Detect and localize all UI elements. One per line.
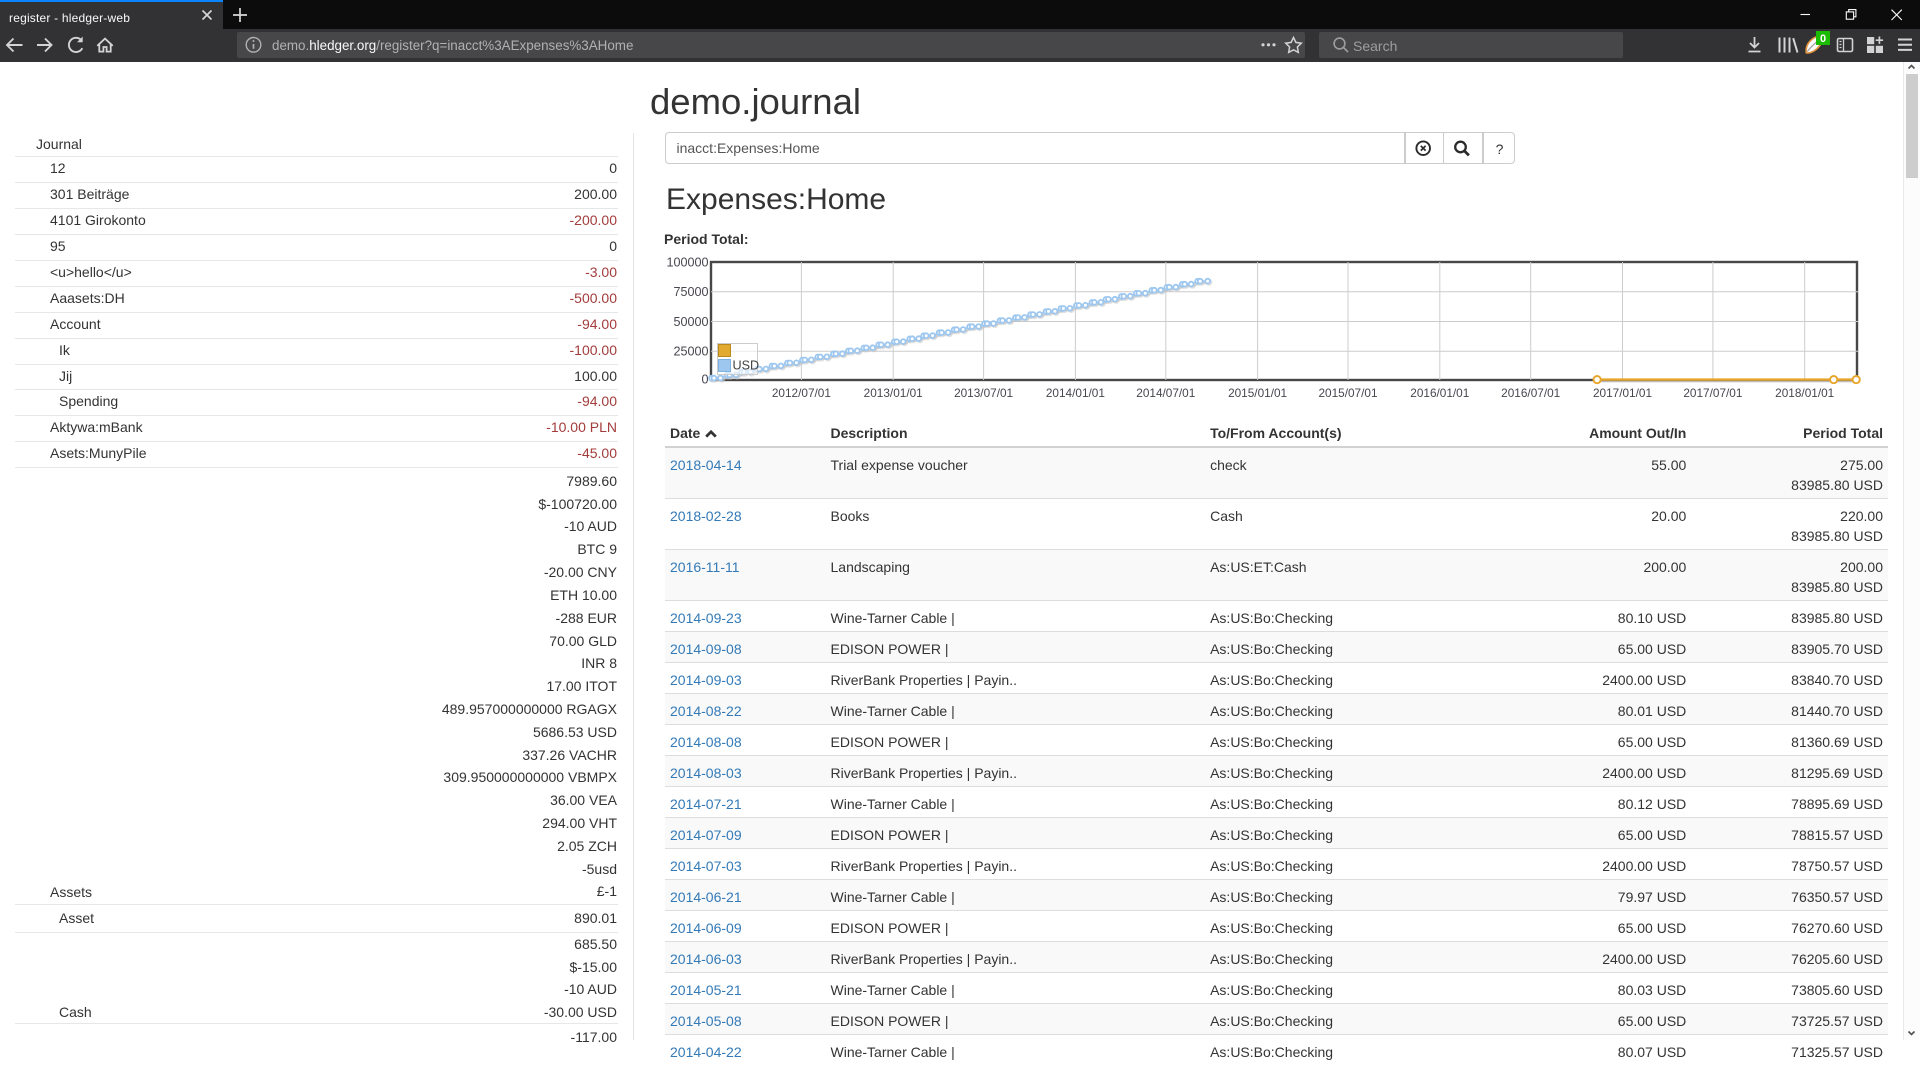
svg-text:2017/07/01: 2017/07/01 <box>1683 386 1742 400</box>
svg-text:2014/01/01: 2014/01/01 <box>1046 386 1105 400</box>
svg-text:2016/01/01: 2016/01/01 <box>1410 386 1469 400</box>
svg-text:2015/07/01: 2015/07/01 <box>1318 386 1377 400</box>
svg-text:2014/07/01: 2014/07/01 <box>1136 386 1195 400</box>
svg-text:50000: 50000 <box>673 315 708 329</box>
svg-text:0: 0 <box>701 372 708 386</box>
svg-text:25000: 25000 <box>673 345 708 359</box>
svg-text:USD: USD <box>733 359 760 373</box>
svg-text:2015/01/01: 2015/01/01 <box>1228 386 1287 400</box>
svg-text:75000: 75000 <box>673 285 708 299</box>
svg-text:0: 0 <box>1820 33 1826 45</box>
svg-text:2016/07/01: 2016/07/01 <box>1501 386 1560 400</box>
svg-text:2012/07/01: 2012/07/01 <box>772 386 831 400</box>
svg-text:100000: 100000 <box>666 255 708 269</box>
svg-text:2018/01/01: 2018/01/01 <box>1775 386 1834 400</box>
svg-text:2013/07/01: 2013/07/01 <box>954 386 1013 400</box>
svg-text:2013/01/01: 2013/01/01 <box>864 386 923 400</box>
svg-text:2017/01/01: 2017/01/01 <box>1593 386 1652 400</box>
